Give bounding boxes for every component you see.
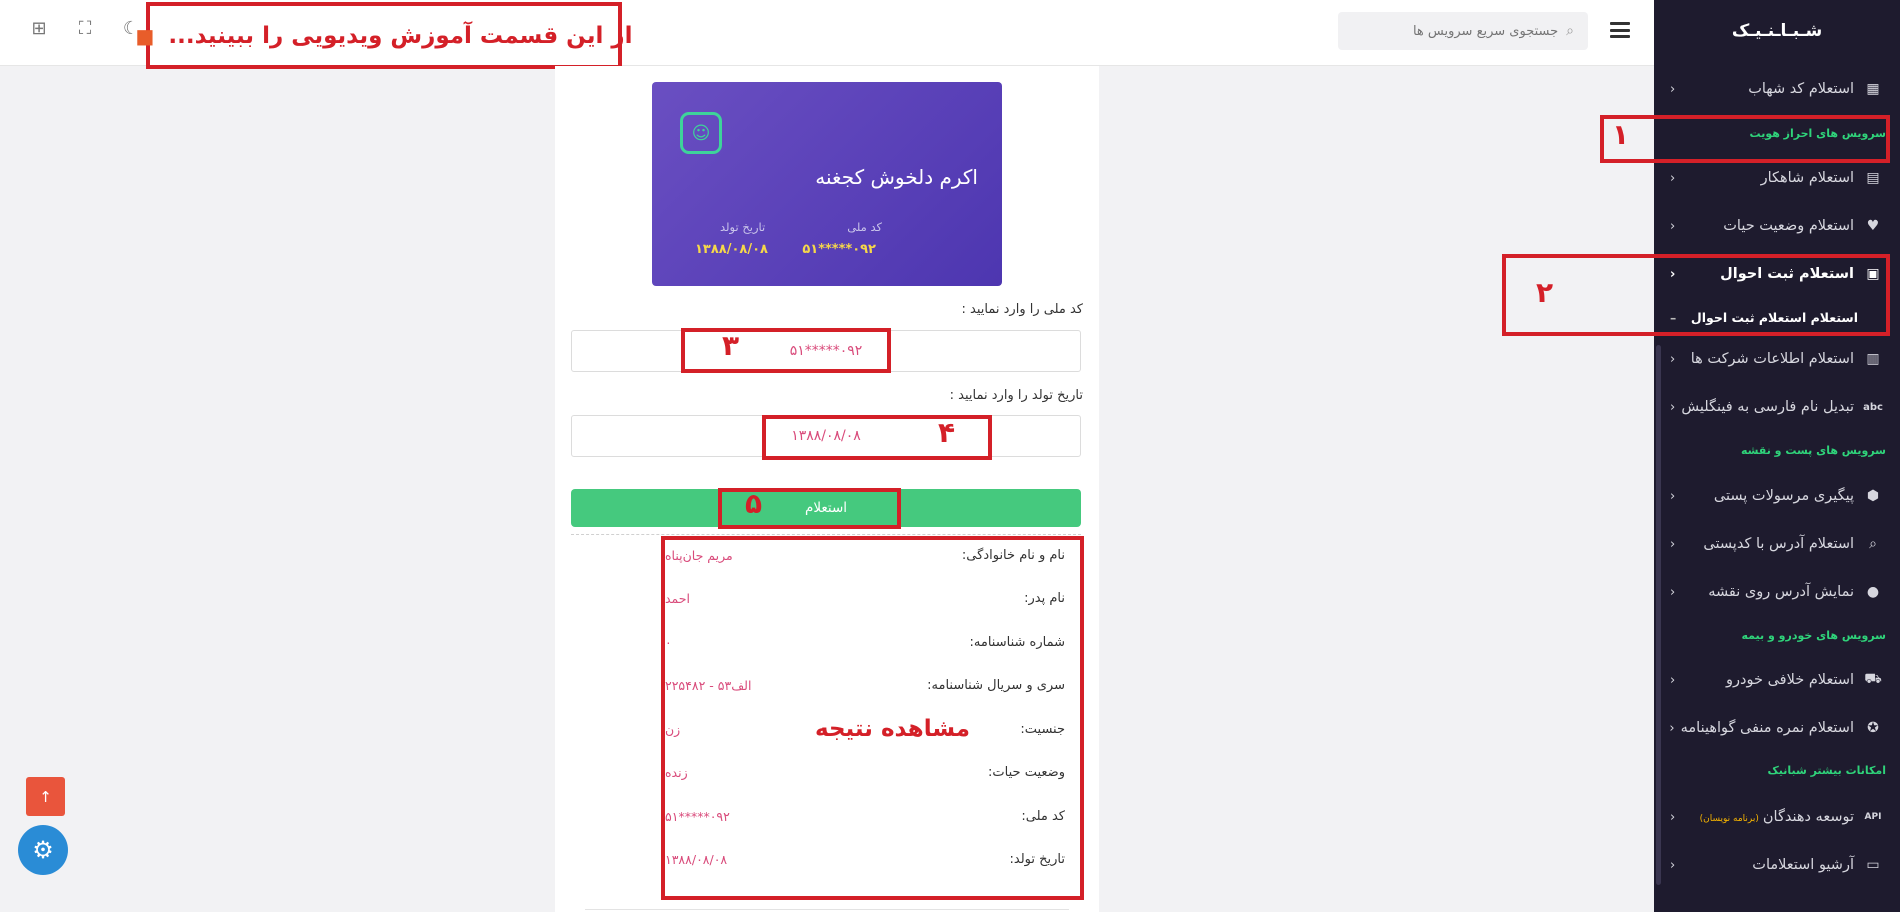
- menu-toggle-icon[interactable]: [1610, 22, 1630, 38]
- birth-date-label: تاریخ تولد را وارد نمایید :: [949, 388, 1083, 403]
- annotation-number-3: ۳: [722, 329, 740, 362]
- header-actions: ☾ ⛶ ⊞: [28, 18, 142, 39]
- car-icon: ⛟: [1864, 671, 1882, 687]
- chevron-left-icon: ‹: [1670, 351, 1676, 367]
- building-icon: ▥: [1866, 351, 1880, 367]
- archive-icon: ▭: [1866, 857, 1880, 873]
- sidebar-item-label: استعلام کد شهاب: [1748, 81, 1854, 97]
- result-caption: مشاهده نتیجه: [815, 716, 971, 742]
- sidebar-item-label: استعلام نمره منفی گواهینامه: [1680, 720, 1854, 736]
- annotation-number-4: ۴: [938, 416, 956, 449]
- map-search-icon: ⌕: [1869, 536, 1877, 552]
- heart-icon: ♥: [1866, 218, 1880, 234]
- id-card-preview: ☺ اکرم دلخوش کجغنه کد ملی تاریخ تولد ۰۹۲…: [652, 82, 1002, 286]
- id-card-icon: ▤: [1866, 170, 1880, 186]
- fullscreen-icon[interactable]: ⛶: [74, 18, 96, 39]
- chevron-left-icon: ‹: [1670, 218, 1676, 234]
- qrcode-icon: ▦: [1866, 81, 1880, 97]
- chevron-left-icon: ‹: [1670, 857, 1676, 873]
- card-birth-value: ۱۳۸۸/۰۸/۰۸: [695, 242, 768, 257]
- chevron-left-icon: ‹: [1670, 536, 1676, 552]
- developers-label: توسعه دهندگان: [1762, 809, 1854, 825]
- sidebar-item-label: تبدیل نام فارسی به فینگلیش: [1681, 399, 1854, 415]
- video-camera-icon: ■: [135, 23, 155, 48]
- badge-icon: ✪: [1867, 720, 1879, 736]
- sidebar-item-label: توسعه دهندگان(برنامه نویسان): [1681, 809, 1854, 825]
- search-icon: ⌕: [1566, 23, 1574, 39]
- quick-search[interactable]: ⌕: [1338, 12, 1588, 50]
- sidebar-item-developers[interactable]: API توسعه دهندگان(برنامه نویسان) ‹: [1654, 797, 1900, 837]
- sidebar-item-finglish[interactable]: abc تبدیل نام فارسی به فینگلیش ‹: [1654, 387, 1900, 427]
- brand-logo: شـبـاـنـیـک: [1731, 21, 1823, 41]
- settings-button[interactable]: ⚙: [18, 825, 68, 875]
- sidebar-item-label: آرشیو استعلامات: [1752, 857, 1854, 873]
- sidebar-item-label: استعلام خلافی خودرو: [1726, 672, 1854, 688]
- arrow-up-icon: ↑: [39, 787, 52, 806]
- sidebar-item-life-status[interactable]: ♥ استعلام وضعیت حیات ‹: [1654, 206, 1900, 246]
- chevron-left-icon: ‹: [1670, 399, 1676, 415]
- sidebar-item-label: استعلام شاهکار: [1760, 170, 1854, 186]
- annotation-number-1: ۱: [1612, 118, 1630, 151]
- chevron-left-icon: ‹: [1670, 584, 1676, 600]
- developers-note: (برنامه نویسان): [1699, 814, 1759, 824]
- annotation-number-2: ۲: [1536, 276, 1554, 309]
- sidebar-item-label: استعلام اطلاعات شرکت ها: [1690, 351, 1854, 367]
- chevron-left-icon: ‹: [1670, 81, 1676, 97]
- sidebar-item-license-points[interactable]: ✪ استعلام نمره منفی گواهینامه ‹: [1654, 708, 1900, 748]
- video-tutorial-banner[interactable]: از این قسمت آموزش ویدیویی را ببینید... ■: [135, 2, 633, 69]
- chevron-left-icon: ‹: [1669, 720, 1675, 736]
- chevron-left-icon: ‹: [1670, 809, 1676, 825]
- sidebar-item-map[interactable]: ● نمایش آدرس روی نقشه ‹: [1654, 572, 1900, 612]
- divider: [585, 909, 1069, 910]
- package-icon: ⬢: [1866, 488, 1880, 504]
- annotation-box-4: [762, 415, 992, 460]
- divider: [571, 534, 1081, 535]
- apps-grid-icon[interactable]: ⊞: [28, 18, 50, 39]
- sidebar-item-label: پیگیری مرسولات پستی: [1713, 488, 1854, 504]
- chevron-left-icon: ‹: [1670, 170, 1676, 186]
- annotation-number-5: ۵: [745, 487, 763, 520]
- video-banner-text: از این قسمت آموزش ویدیویی را ببینید...: [168, 22, 633, 49]
- sidebar-item-label: استعلام آدرس با کدپستی: [1703, 536, 1854, 552]
- sidebar-item-label: استعلام وضعیت حیات: [1723, 218, 1854, 234]
- sticker-icon: ☺: [680, 112, 722, 154]
- sidebar-item-shahkar[interactable]: ▤ استعلام شاهکار ‹: [1654, 158, 1900, 198]
- sidebar-item-postal-code[interactable]: ⌕ استعلام آدرس با کدپستی ‹: [1654, 524, 1900, 564]
- sidebar-item-companies[interactable]: ▥ استعلام اطلاعات شرکت ها ‹: [1654, 339, 1900, 379]
- sidebar-item-car-fines[interactable]: ⛟ استعلام خلافی خودرو ‹: [1654, 660, 1900, 700]
- section-title-post: سرویس های پست و نقشه: [1740, 444, 1886, 457]
- sidebar-item-label: نمایش آدرس روی نقشه: [1708, 584, 1854, 600]
- card-national-id-value: ۰۹۲*****۵۱: [802, 242, 876, 257]
- sidebar-item-archive[interactable]: ▭ آرشیو استعلامات ‹: [1654, 845, 1900, 885]
- sidebar-item-postal-tracking[interactable]: ⬢ پیگیری مرسولات پستی ‹: [1654, 476, 1900, 516]
- chevron-left-icon: ‹: [1670, 488, 1676, 504]
- chevron-left-icon: ‹: [1670, 672, 1676, 688]
- sidebar-item-shahab[interactable]: ▦ استعلام کد شهاب ‹: [1654, 69, 1900, 109]
- annotation-box-1: [1600, 115, 1890, 163]
- annotation-box-2: [1502, 254, 1890, 336]
- national-id-label: کد ملی را وارد نمایید :: [961, 302, 1083, 317]
- api-icon: API: [1864, 812, 1882, 822]
- location-pin-icon: ●: [1866, 584, 1880, 600]
- section-title-more: امکانات بیشتر شبانیک: [1767, 764, 1886, 777]
- annotation-box-3: [681, 328, 891, 373]
- abc-icon: abc: [1863, 401, 1883, 413]
- card-name: اکرم دلخوش کجغنه: [815, 165, 978, 189]
- section-title-vehicle: سرویس های خودرو و بیمه: [1741, 629, 1886, 642]
- card-birth-label: تاریخ تولد: [720, 220, 766, 234]
- card-national-id-label: کد ملی: [847, 220, 882, 234]
- gear-icon: ⚙: [32, 836, 54, 864]
- scroll-to-top-button[interactable]: ↑: [26, 777, 65, 816]
- search-input[interactable]: [1378, 23, 1559, 39]
